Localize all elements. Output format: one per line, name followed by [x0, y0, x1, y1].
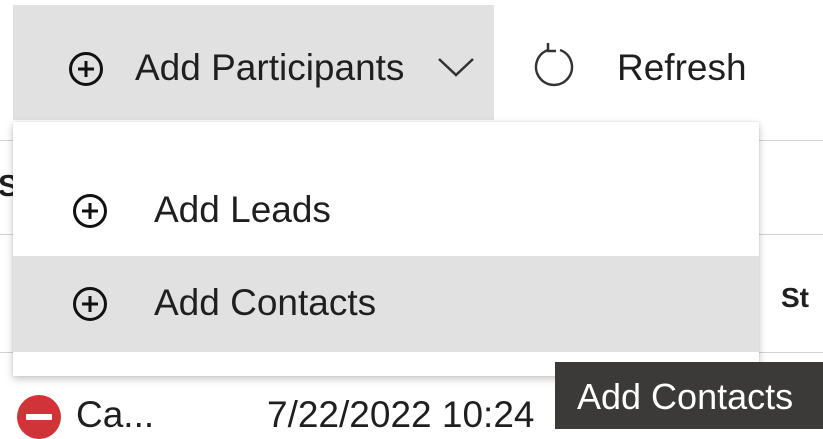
- menu-item-add-leads[interactable]: Add Leads: [13, 163, 759, 259]
- row-date-cell: 7/22/2022 10:24: [267, 394, 535, 435]
- column-header-right-partial[interactable]: St: [781, 280, 809, 316]
- add-participants-button[interactable]: Add Participants: [13, 5, 494, 120]
- plus-circle-icon: [72, 193, 108, 234]
- plus-circle-icon: [68, 51, 104, 92]
- tooltip: Add Contacts: [555, 362, 823, 429]
- menu-item-add-contacts[interactable]: Add Contacts: [13, 256, 759, 352]
- add-participants-menu: Add Leads Add Contacts: [13, 122, 759, 376]
- menu-item-label: Add Contacts: [154, 282, 377, 323]
- blocked-status-icon: [17, 395, 61, 439]
- tooltip-text: Add Contacts: [577, 376, 794, 417]
- command-bar: Add Participants Refresh: [0, 0, 823, 122]
- refresh-button[interactable]: Refresh: [515, 5, 765, 120]
- refresh-icon: [530, 40, 580, 95]
- refresh-label: Refresh: [617, 47, 747, 88]
- chevron-down-icon: [437, 56, 475, 83]
- menu-item-label: Add Leads: [154, 189, 331, 230]
- plus-circle-icon: [72, 286, 108, 327]
- add-participants-label: Add Participants: [135, 47, 405, 88]
- row-name-cell[interactable]: Ca...: [76, 392, 154, 438]
